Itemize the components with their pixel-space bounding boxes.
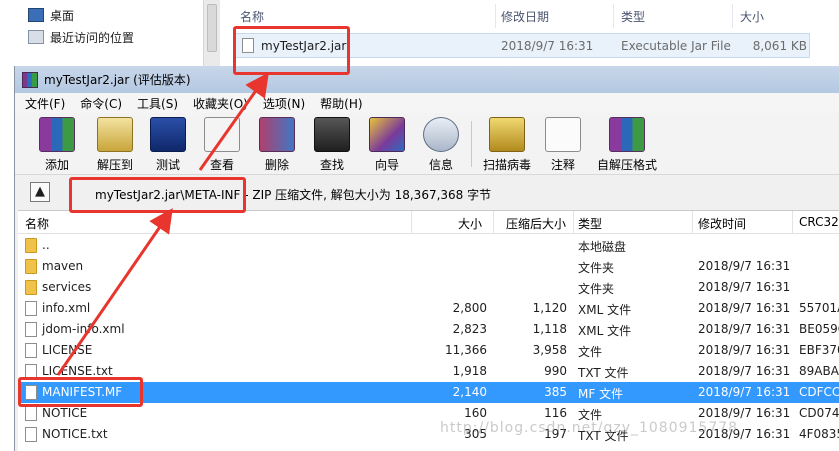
- arrow-to-meta-inf: [56, 208, 173, 376]
- arrow-to-jar-file: [198, 72, 269, 171]
- annotation-arrows: [56, 72, 269, 376]
- watermark: http://blog.csdn.net/qzy_1080915778: [440, 420, 739, 436]
